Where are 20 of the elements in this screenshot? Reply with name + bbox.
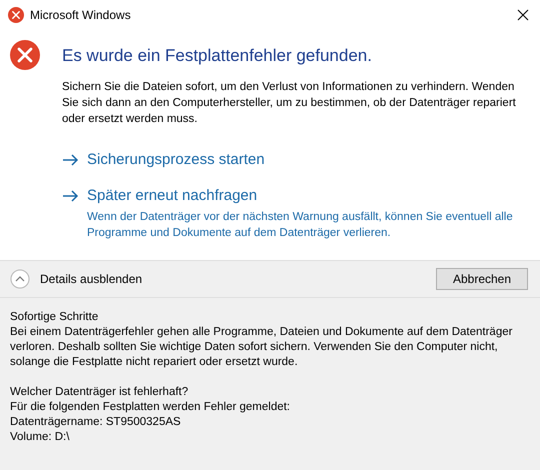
details-title: Welcher Datenträger ist fehlerhaft?: [10, 385, 190, 400]
details-text: Bei einem Datenträgerfehler gehen alle Programme, Dateien und Dokumente auf dem Datenträger verloren. Deshalb sollten Sie wichtige Daten sofort sichern. Verwenden Sie den Computer nicht, solange die Festplatte nicht repariert oder ersetzt wurde.: [10, 325, 514, 370]
window-title: Microsoft Windows: [30, 7, 131, 24]
details-title: Sofortige Schritte: [10, 310, 100, 325]
details-text: Für die folgenden Festplatten werden Fehler gemeldet:: [10, 400, 291, 415]
arrow-icon: [62, 190, 79, 202]
error-icon: [8, 7, 24, 23]
cancel-button[interactable]: Abbrechen: [436, 268, 528, 290]
error-icon: [10, 40, 40, 70]
arrow-icon: [62, 154, 79, 166]
details-text: Datenträgername: ST9500325AS: [10, 415, 182, 430]
close-icon[interactable]: [517, 9, 529, 21]
heading: Es wurde ein Festplattenfehler gefunden.: [62, 45, 373, 67]
message: Sichern Sie die Dateien sofort, um den Verlust von Informationen zu verhindern. Wenden Sie sich dann an den Computerhersteller, um zu bestimmen, ob der Datenträger repariert oder ersetzt werden muss.: [62, 80, 517, 126]
command-link[interactable]: Sicherungsprozess starten: [62, 148, 528, 171]
details-text: Volume: D:\: [10, 430, 70, 445]
chevron-up-icon: [10, 269, 30, 289]
command-link[interactable]: Später erneut nachfragen: [62, 185, 528, 208]
details-toggle[interactable]: Details ausblenden: [10, 269, 142, 289]
command-link-description: Wenn der Datenträger vor der nächsten Warnung ausfällt, können Sie eventuell alle Programme und Dokumente auf dem Datenträger verlieren.: [86, 210, 514, 240]
